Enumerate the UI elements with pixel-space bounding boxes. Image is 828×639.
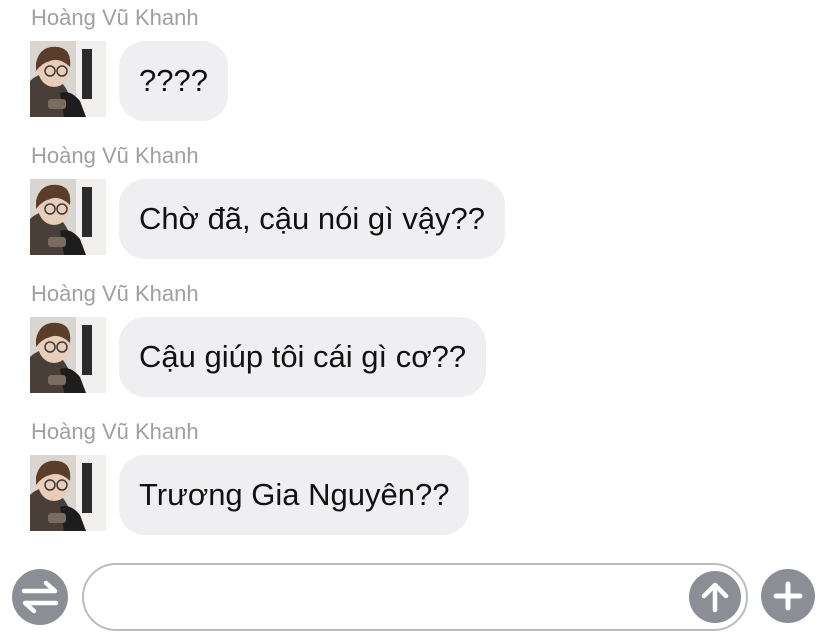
sender-name: Hoàng Vũ Khanh bbox=[31, 419, 199, 444]
avatar[interactable] bbox=[30, 41, 106, 117]
avatar[interactable] bbox=[30, 317, 106, 393]
avatar[interactable] bbox=[30, 455, 106, 531]
swap-arrows-icon bbox=[21, 580, 59, 614]
sender-name: Hoàng Vũ Khanh bbox=[31, 5, 199, 30]
message-bubble[interactable]: ???? bbox=[119, 41, 228, 121]
plus-icon bbox=[773, 581, 803, 611]
avatar[interactable] bbox=[30, 179, 106, 255]
sender-name: Hoàng Vũ Khanh bbox=[31, 281, 199, 306]
message-bubble[interactable]: Cậu giúp tôi cái gì cơ?? bbox=[119, 317, 487, 397]
sender-name: Hoàng Vũ Khanh bbox=[31, 143, 199, 168]
arrow-up-icon bbox=[701, 582, 729, 613]
composer-bar bbox=[0, 560, 828, 639]
send-button[interactable] bbox=[689, 571, 741, 623]
message-bubble[interactable]: Chờ đã, cậu nói gì vậy?? bbox=[119, 179, 506, 259]
message-input[interactable] bbox=[82, 563, 748, 631]
message-bubble[interactable]: Trương Gia Nguyên?? bbox=[119, 455, 470, 535]
add-button[interactable] bbox=[761, 569, 815, 623]
swap-button[interactable] bbox=[12, 569, 68, 625]
